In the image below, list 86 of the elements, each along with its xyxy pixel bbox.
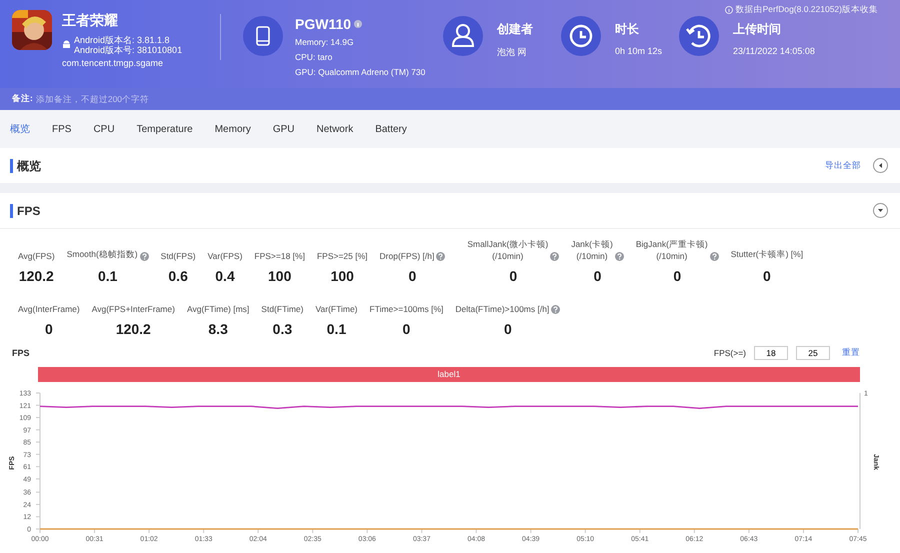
tab[interactable]: GPU: [272, 124, 295, 134]
metric-label: Std(FTime): [261, 304, 304, 314]
metric-value: 0: [402, 321, 410, 337]
chart-title: FPS: [12, 348, 30, 358]
metric-label: FPS>=18 [%]: [254, 251, 305, 261]
tab[interactable]: Battery: [375, 124, 407, 134]
metric-label: Delta(FTime)>100ms [/h]: [455, 304, 550, 314]
info-value: 0h 10m 12s: [615, 46, 662, 56]
metric-label: Jank(卡顿) (/10min): [571, 239, 613, 261]
threshold-field[interactable]: 25: [796, 346, 830, 360]
metric-label: FTime>=100ms [%]: [370, 304, 444, 314]
collector-note: 数据由PerfDog(8.0.221052)版本收集: [736, 4, 878, 16]
metric-value: 120.2: [116, 321, 151, 337]
tab[interactable]: Network: [316, 124, 354, 134]
metric-value: 120.2: [18, 268, 54, 284]
metric-value: 100: [268, 268, 292, 284]
metric-label: SmallJank(微小卡顿) (/10min): [467, 239, 548, 261]
help-icon[interactable]: [436, 252, 446, 261]
metric-value: 0: [504, 321, 512, 337]
device-cpu: CPU: taro: [295, 52, 334, 62]
note-field[interactable]: 添加备注，不超过200个字符: [36, 94, 236, 104]
metric-value: 0: [594, 268, 602, 284]
tab[interactable]: Memory: [214, 124, 251, 134]
tab[interactable]: 概览: [10, 122, 30, 136]
metric-value: 0.1: [326, 321, 346, 337]
threshold-field[interactable]: 18: [754, 346, 788, 360]
info-label: 上传时间: [733, 21, 782, 38]
user-icon: [452, 24, 474, 47]
metric-label: Avg(FTime) [ms]: [186, 304, 250, 314]
info-value: 23/11/2022 14:05:08: [733, 46, 815, 56]
tab[interactable]: CPU: [93, 124, 115, 134]
metric-value: 0: [673, 268, 682, 284]
metric-value: 0.6: [168, 268, 188, 284]
clock-icon: [570, 24, 592, 48]
version-name: Android版本名: 3.81.1.8: [74, 35, 171, 45]
metric-label: Avg(FPS): [18, 251, 55, 261]
device-memory: Memory: 14.9G: [295, 37, 355, 47]
app-name: 王者荣耀: [62, 12, 119, 30]
threshold-label: FPS(>=): [714, 348, 746, 358]
section-title: 概览: [10, 158, 41, 172]
metric-label: BigJank(严重卡顿) (/10min): [636, 239, 708, 261]
tab[interactable]: Temperature: [136, 124, 193, 134]
info-icon[interactable]: [354, 20, 362, 28]
help-icon[interactable]: [614, 252, 624, 261]
version-code: Android版本号: 381010801: [74, 45, 182, 55]
metric-value: 0: [763, 268, 771, 284]
metric-value: 0.1: [98, 268, 118, 284]
metric-value: 0.4: [215, 268, 235, 284]
metric-label: FPS>=25 [%]: [316, 251, 368, 261]
metric-value: 100: [330, 268, 354, 284]
package-name: com.tencent.tmgp.sgame: [62, 58, 164, 68]
metric-label: Avg(FPS+InterFrame): [92, 304, 175, 314]
collapse-toggle[interactable]: [873, 203, 888, 218]
help-icon[interactable]: [551, 305, 560, 314]
metric-value: 0: [408, 268, 416, 284]
collapse-toggle[interactable]: [873, 158, 888, 173]
metric-value: 8.3: [208, 321, 228, 337]
tab[interactable]: FPS: [52, 124, 72, 134]
caret-icon: [877, 207, 884, 214]
phone-icon: [256, 26, 270, 46]
metric-value: 0.3: [272, 321, 292, 337]
metric-label: Drop(FPS) [/h]: [380, 251, 434, 261]
help-icon[interactable]: [710, 252, 719, 261]
info-icon: [724, 6, 733, 14]
info-label: 创建者: [497, 21, 533, 38]
metric-label: Smooth(稳帧指数): [66, 249, 138, 261]
device-gpu: GPU: Qualcomm Adreno (TM) 730: [295, 67, 426, 77]
info-label: 时长: [615, 21, 640, 38]
metric-label: Var(FTime): [315, 304, 358, 314]
metric-label: Avg(InterFrame): [18, 304, 80, 314]
metric-label: Std(FPS): [160, 251, 196, 261]
label-bar: label1: [38, 367, 860, 382]
help-icon[interactable]: [550, 252, 560, 261]
reset-link[interactable]: 重置: [842, 347, 860, 359]
help-icon[interactable]: [140, 252, 149, 261]
export-link[interactable]: 导出全部: [825, 160, 861, 172]
metric-label: Stutter(卡顿率) [%]: [730, 249, 804, 261]
metric-value: 0: [44, 321, 53, 337]
history-icon: [686, 24, 710, 48]
note-label: 备注:: [12, 93, 33, 105]
info-value: 泡泡 网: [497, 46, 528, 59]
section-title: FPS: [10, 204, 40, 218]
device-model: PGW110: [295, 16, 352, 32]
metric-label: Var(FPS): [208, 251, 242, 261]
metric-value: 0: [509, 268, 518, 284]
caret-icon: [877, 162, 884, 169]
